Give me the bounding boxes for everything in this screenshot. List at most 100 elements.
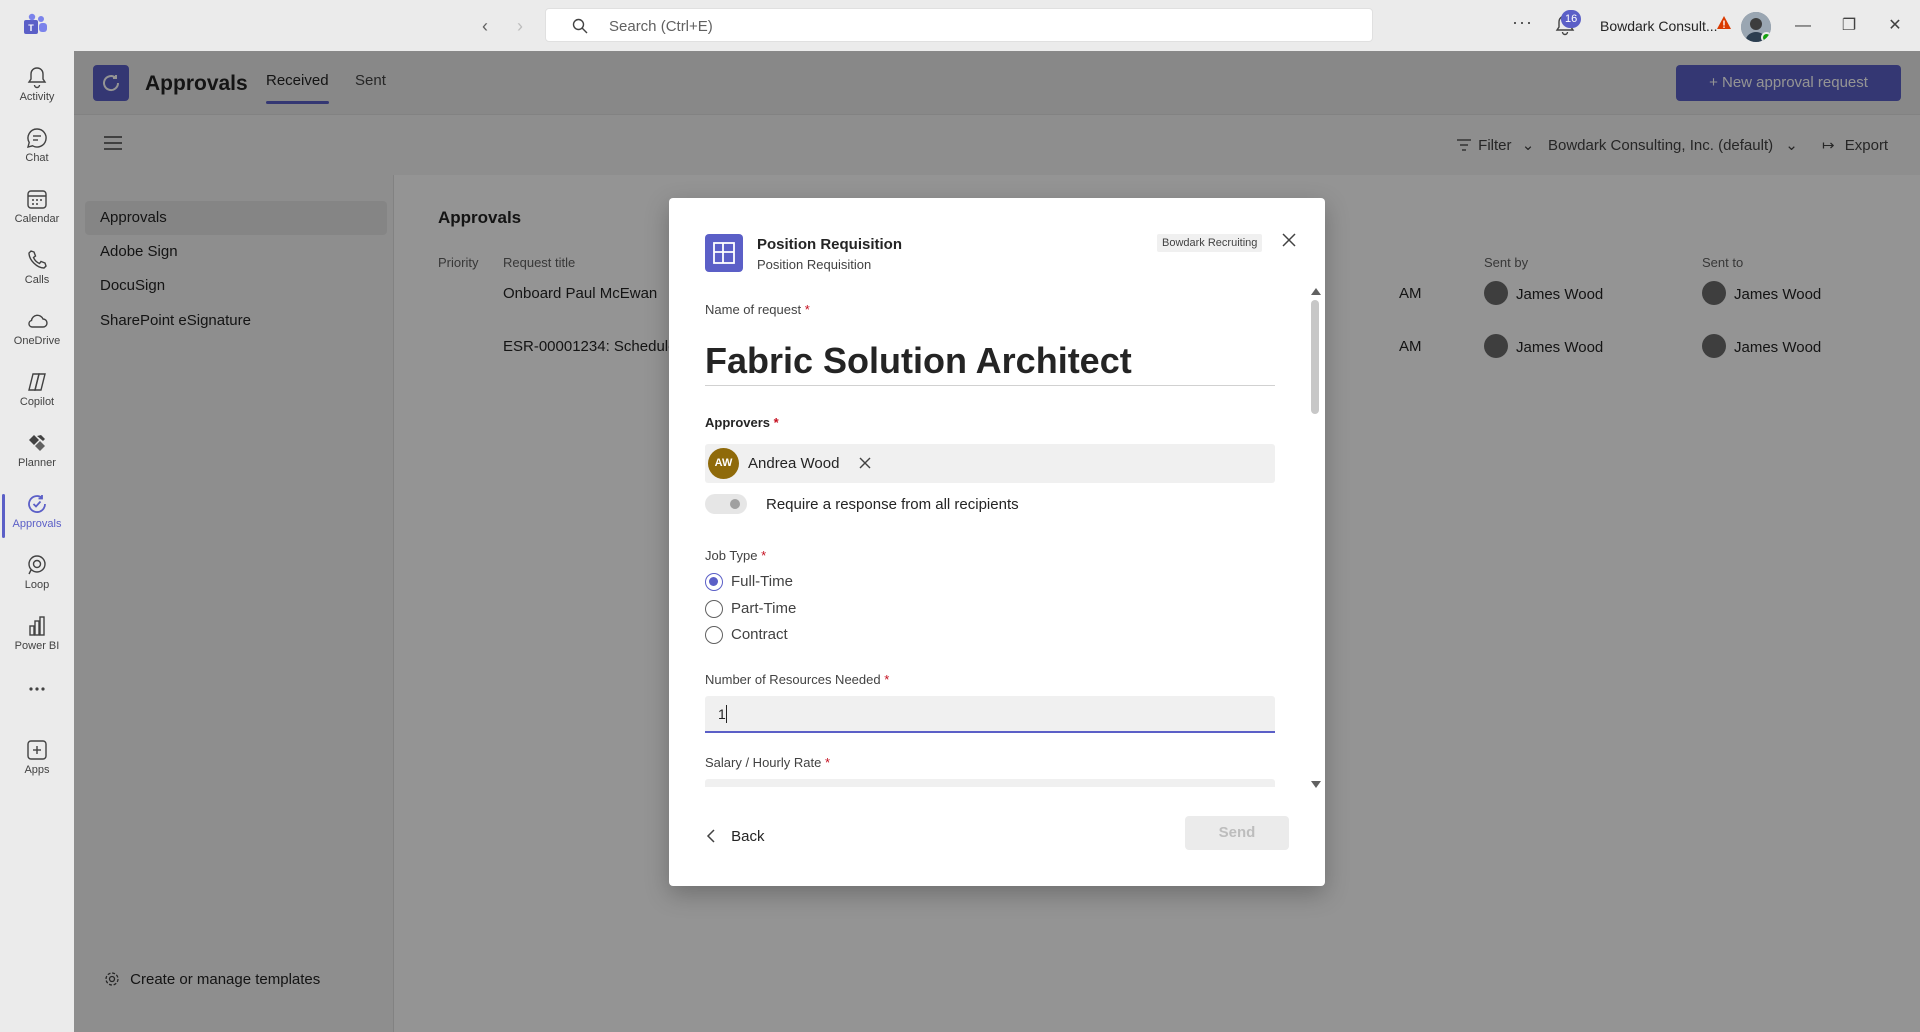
rail-label: Approvals — [12, 518, 62, 530]
radio-label-full-time[interactable]: Full-Time — [731, 573, 793, 590]
org-name[interactable]: Bowdark Consult... — [1600, 18, 1718, 34]
forward-nav-icon[interactable]: › — [508, 14, 532, 38]
job-type-label: Job Type * — [705, 548, 766, 563]
planner-icon — [29, 435, 45, 451]
required-marker: * — [761, 548, 767, 563]
form-scrollbar[interactable] — [1310, 288, 1321, 788]
template-icon — [705, 234, 743, 272]
rail-item-onedrive[interactable]: OneDrive — [0, 303, 74, 361]
salary-label: Salary / Hourly Rate * — [705, 755, 830, 770]
radio-contract[interactable] — [705, 626, 723, 644]
rail-label: Planner — [18, 457, 56, 469]
rail-label: OneDrive — [13, 335, 61, 347]
approvers-picker[interactable]: AW Andrea Wood — [705, 444, 1275, 483]
required-marker: * — [884, 672, 890, 687]
presence-available-icon — [1761, 32, 1771, 42]
back-button[interactable]: Back — [705, 828, 765, 845]
rail-item-planner[interactable]: Planner — [0, 425, 74, 483]
notification-badge: 16 — [1561, 10, 1582, 28]
svg-text:T: T — [28, 23, 34, 33]
rail-label: Copilot — [19, 396, 55, 408]
title-bar: T ‹ › Search (Ctrl+E) ··· 16 Bowdark Con… — [0, 0, 1920, 51]
rail-item-activity[interactable]: Activity — [0, 59, 74, 117]
rail-label: Power BI — [14, 640, 60, 652]
resources-input[interactable]: 1 — [705, 696, 1275, 733]
more-icon — [29, 687, 45, 691]
rail-item-approvals[interactable]: Approvals — [0, 486, 74, 544]
resources-value: 1 — [718, 706, 726, 722]
loop-icon — [28, 555, 46, 575]
rail-label: Apps — [24, 764, 50, 776]
rail-label: Calendar — [14, 213, 60, 225]
minimize-icon[interactable]: — — [1791, 14, 1815, 38]
scroll-up-icon[interactable] — [1311, 288, 1321, 295]
required-marker: * — [824, 755, 831, 770]
rail-item-apps[interactable]: Apps — [0, 732, 74, 790]
required-marker: * — [804, 302, 810, 317]
close-window-icon[interactable]: ✕ — [1883, 14, 1907, 38]
radio-label-part-time[interactable]: Part-Time — [731, 600, 796, 617]
label-text: Job Type — [705, 548, 758, 563]
close-icon[interactable] — [1279, 230, 1299, 250]
form-scroll-area[interactable]: Name of request * Fabric Solution Archit… — [705, 290, 1275, 787]
name-of-request-input[interactable]: Fabric Solution Architect — [705, 336, 1275, 386]
approvers-label: Approvers * — [705, 415, 779, 430]
back-label: Back — [731, 828, 765, 845]
require-all-toggle[interactable] — [705, 494, 747, 514]
cloud-icon — [28, 314, 48, 328]
rail-label: Activity — [19, 91, 55, 103]
dialog-title: Position Requisition — [757, 236, 902, 253]
require-all-label: Require a response from all recipients — [766, 496, 1019, 513]
rail-label: Chat — [25, 152, 49, 164]
more-options-icon[interactable]: ··· — [1512, 12, 1533, 33]
label-text: Number of Resources Needed — [705, 672, 881, 687]
rail-label: Calls — [24, 274, 50, 286]
rail-item-powerbi[interactable]: Power BI — [0, 608, 74, 666]
salary-input[interactable] — [705, 779, 1275, 787]
approver-name: Andrea Wood — [748, 455, 840, 472]
search-icon — [572, 18, 588, 34]
position-requisition-dialog: Position Requisition Position Requisitio… — [669, 198, 1325, 886]
bell-icon — [27, 67, 47, 89]
scroll-thumb[interactable] — [1311, 300, 1319, 414]
name-of-request-label: Name of request * — [705, 302, 810, 317]
chevron-left-icon — [706, 829, 715, 843]
restore-icon[interactable]: ❐ — [1837, 14, 1861, 38]
radio-part-time[interactable] — [705, 600, 723, 618]
rail-item-copilot[interactable]: Copilot — [0, 364, 74, 422]
back-nav-icon[interactable]: ‹ — [473, 14, 497, 38]
template-source-tag: Bowdark Recruiting — [1157, 234, 1263, 252]
rail-item-more[interactable] — [0, 671, 74, 711]
copilot-icon — [28, 373, 46, 391]
remove-approver-icon[interactable] — [858, 456, 872, 470]
resources-label: Number of Resources Needed * — [705, 672, 889, 687]
teams-logo-icon[interactable]: T — [22, 13, 48, 37]
rail-item-chat[interactable]: Chat — [0, 120, 74, 178]
radio-full-time[interactable] — [705, 573, 723, 591]
powerbi-icon — [29, 616, 45, 636]
search-placeholder: Search (Ctrl+E) — [609, 18, 713, 35]
search-box[interactable]: Search (Ctrl+E) — [545, 8, 1373, 42]
radio-label-contract[interactable]: Contract — [731, 626, 788, 643]
scroll-down-icon[interactable] — [1311, 781, 1321, 788]
user-avatar[interactable] — [1741, 12, 1771, 42]
label-text: Salary / Hourly Rate — [705, 755, 822, 770]
rail-item-calls[interactable]: Calls — [0, 242, 74, 300]
label-text: Approvers — [705, 415, 771, 430]
toggle-knob — [730, 499, 740, 509]
rail-item-loop[interactable]: Loop — [0, 547, 74, 605]
warning-icon[interactable] — [1716, 15, 1732, 31]
rail-item-calendar[interactable]: Calendar — [0, 181, 74, 239]
send-button[interactable]: Send — [1185, 816, 1289, 850]
label-text: Name of request — [705, 302, 802, 317]
approvals-icon — [28, 495, 46, 513]
apps-icon — [27, 740, 47, 760]
rail-label: Loop — [24, 579, 50, 591]
text-caret — [726, 705, 727, 723]
phone-icon — [28, 250, 47, 269]
required-marker: * — [773, 415, 779, 430]
app-rail: Activity Chat Calendar Calls OneDrive Co… — [0, 51, 74, 1032]
calendar-icon — [27, 190, 47, 209]
dialog-subtitle: Position Requisition — [757, 257, 872, 272]
chat-icon — [27, 128, 47, 148]
